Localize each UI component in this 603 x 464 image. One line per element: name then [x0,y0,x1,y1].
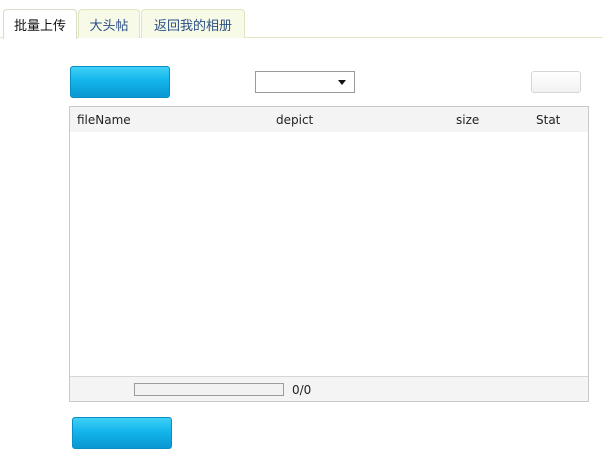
tab-label: 批量上传 [13,19,66,34]
album-select[interactable] [255,71,355,93]
tab-label: 返回我的相册 [153,18,232,34]
upload-list-footer: 0/0 [70,376,588,401]
upload-progress-bar [134,383,284,396]
tab-big-head-sticker[interactable]: 大头帖 [78,9,140,38]
toolbar-gray-button[interactable] [531,71,581,93]
tab-bar: 批量上传 大头帖 返回我的相册 [0,0,603,39]
upload-list-header: fileName depict size Stat [70,107,588,132]
upload-page: 批量上传 大头帖 返回我的相册 fileName depict size Sta… [0,0,603,464]
start-upload-button[interactable] [72,417,172,449]
chevron-down-icon [338,80,346,85]
tab-back-to-album[interactable]: 返回我的相册 [141,9,245,38]
upload-list-panel: fileName depict size Stat 0/0 [69,106,589,402]
column-header-filename: fileName [77,113,131,127]
tab-label: 大头帖 [89,18,129,34]
column-header-depict: depict [276,113,314,127]
tab-batch-upload[interactable]: 批量上传 [3,9,77,39]
select-files-button[interactable] [70,66,170,98]
column-header-stat: Stat [536,113,561,127]
column-header-size: size [456,113,480,127]
upload-list-body [70,132,588,376]
upload-progress-count: 0/0 [292,383,312,397]
